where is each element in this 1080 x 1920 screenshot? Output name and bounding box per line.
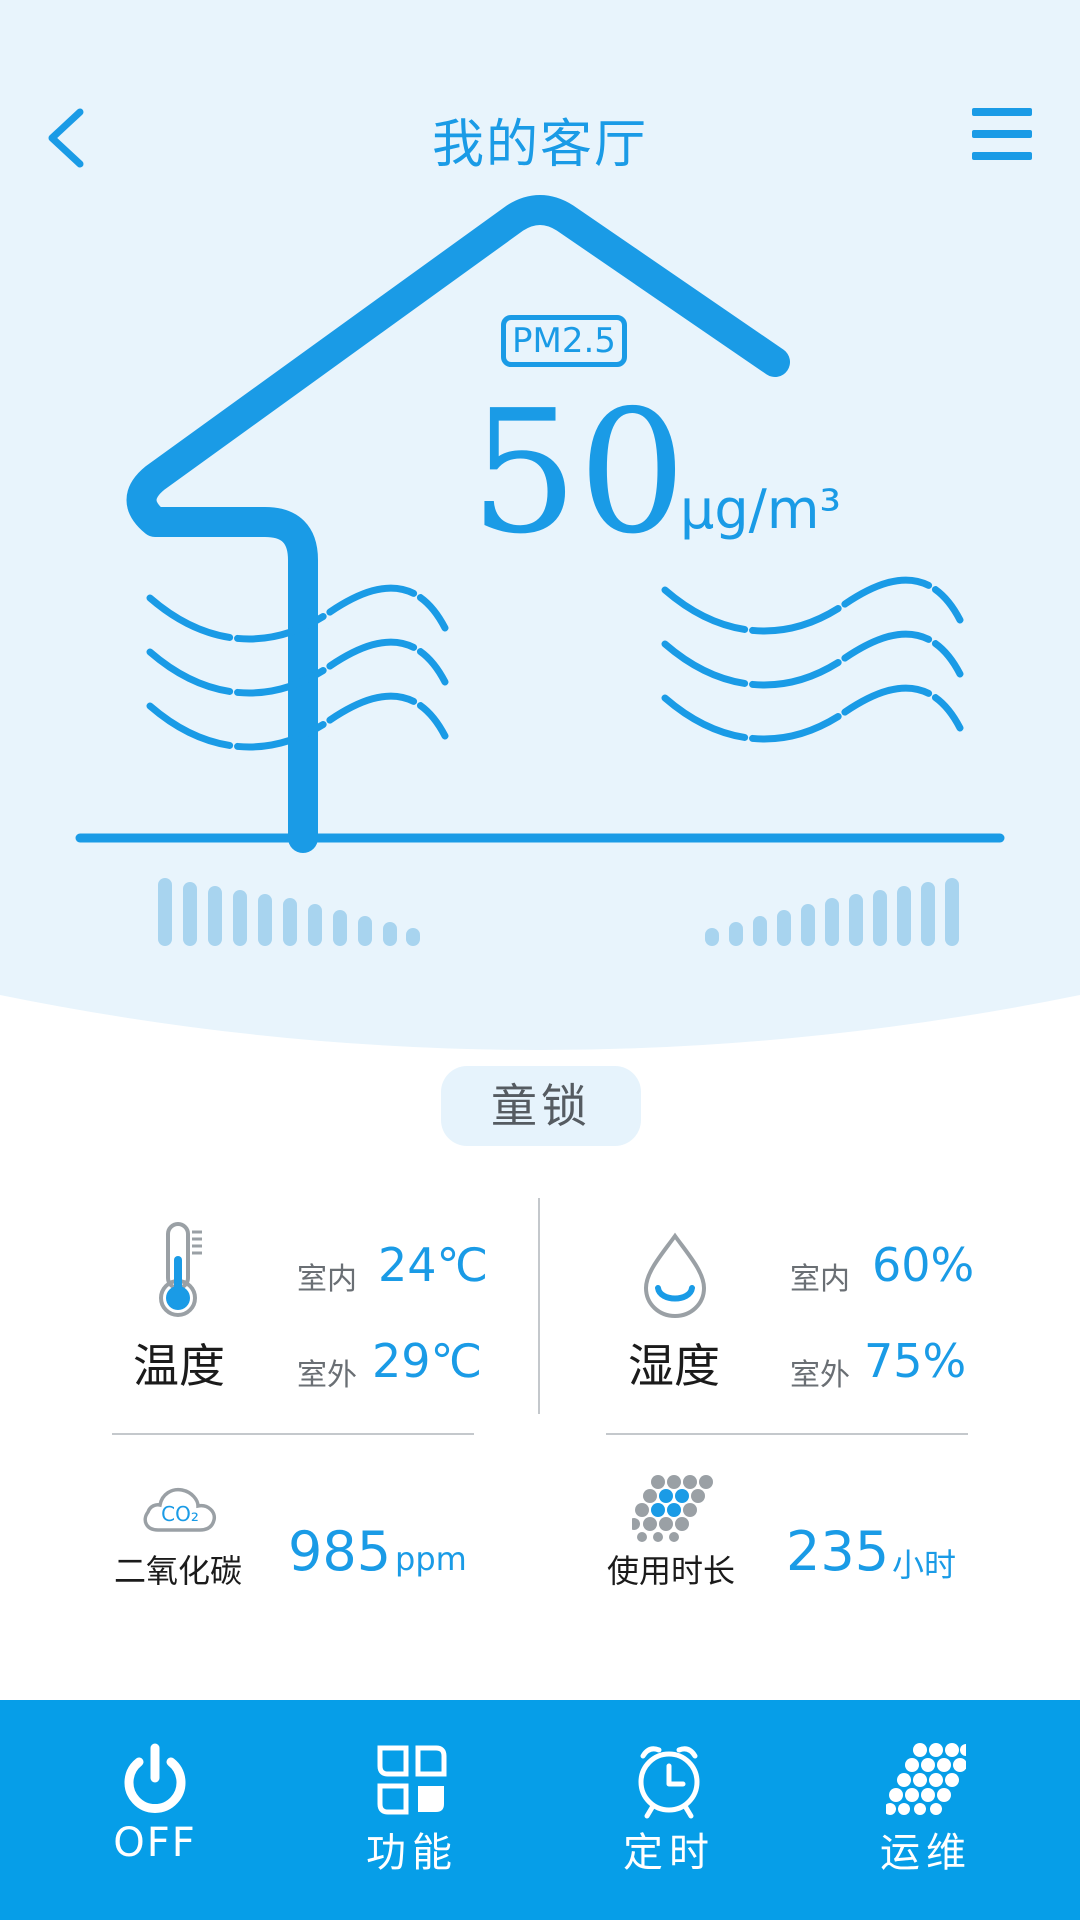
nav-maintenance[interactable]: 运维 bbox=[791, 1700, 1061, 1920]
header: 我的客厅 bbox=[0, 80, 1080, 190]
hero-section: 我的客厅 PM2.5 50 μg/m³ bbox=[0, 0, 1080, 1080]
alarm-clock-icon bbox=[638, 1746, 700, 1819]
function-grid-icon bbox=[377, 1745, 447, 1815]
child-lock-button[interactable]: 童锁 bbox=[441, 1066, 641, 1146]
nav-power-off[interactable]: OFF bbox=[20, 1700, 290, 1920]
nav-function[interactable]: 功能 bbox=[277, 1700, 547, 1920]
usage-unit: 小时 bbox=[892, 1546, 957, 1584]
nav-label-maintenance: 运维 bbox=[880, 1830, 972, 1876]
divider-left bbox=[112, 1433, 474, 1435]
humidity-outdoor-value: 75% bbox=[864, 1334, 967, 1388]
temperature-title: 温度 bbox=[133, 1339, 225, 1393]
temperature-outdoor-value: 29℃ bbox=[372, 1334, 483, 1388]
air-purifier-screen: 我的客厅 PM2.5 50 μg/m³ 童锁 温度 室内 24℃ 室外 29℃ … bbox=[0, 0, 1080, 1920]
filter-honeycomb-icon bbox=[632, 1475, 713, 1542]
co2-title: 二氧化碳 bbox=[114, 1552, 243, 1590]
thermometer-icon bbox=[159, 1222, 202, 1317]
temperature-indoor-value: 24℃ bbox=[378, 1238, 489, 1292]
humidity-title: 湿度 bbox=[628, 1339, 720, 1393]
vertical-divider bbox=[538, 1198, 540, 1414]
humidity-outdoor-label: 室外 bbox=[790, 1358, 850, 1393]
divider-right bbox=[606, 1433, 968, 1435]
co2-icon-text: CO₂ bbox=[161, 1502, 199, 1526]
stats-panel: 温度 室内 24℃ 室外 29℃ 湿度 室内 60% 室外 75% CO₂ 二氧… bbox=[0, 1190, 1080, 1630]
usage-value: 235 bbox=[786, 1520, 890, 1583]
filter-honeycomb-icon bbox=[886, 1743, 966, 1815]
house-illustration bbox=[75, 195, 1005, 946]
co2-unit: ppm bbox=[395, 1540, 467, 1578]
co2-value: 985 bbox=[288, 1520, 392, 1583]
nav-timer[interactable]: 定时 bbox=[534, 1700, 804, 1920]
humidity-indoor-label: 室内 bbox=[790, 1262, 850, 1297]
hamburger-menu-icon bbox=[972, 108, 1032, 160]
temperature-indoor-label: 室内 bbox=[297, 1262, 357, 1297]
power-icon bbox=[124, 1743, 186, 1813]
page-title: 我的客厅 bbox=[431, 115, 648, 175]
humidity-indoor-value: 60% bbox=[872, 1238, 975, 1292]
bottom-nav: OFF 功能 定时 运维 bbox=[0, 1700, 1080, 1920]
usage-title: 使用时长 bbox=[607, 1552, 736, 1590]
pm25-unit: μg/m³ bbox=[680, 478, 842, 541]
water-drop-icon bbox=[643, 1232, 707, 1319]
nav-label-timer: 定时 bbox=[623, 1830, 715, 1876]
nav-label-function: 功能 bbox=[366, 1830, 458, 1876]
pm25-badge: PM2.5 bbox=[501, 315, 627, 367]
temperature-outdoor-label: 室外 bbox=[297, 1358, 357, 1393]
co2-cloud-icon: CO₂ bbox=[140, 1480, 220, 1536]
nav-label-off: OFF bbox=[113, 1820, 197, 1866]
pm25-value: 50 bbox=[470, 374, 687, 572]
menu-button[interactable] bbox=[960, 94, 1040, 174]
